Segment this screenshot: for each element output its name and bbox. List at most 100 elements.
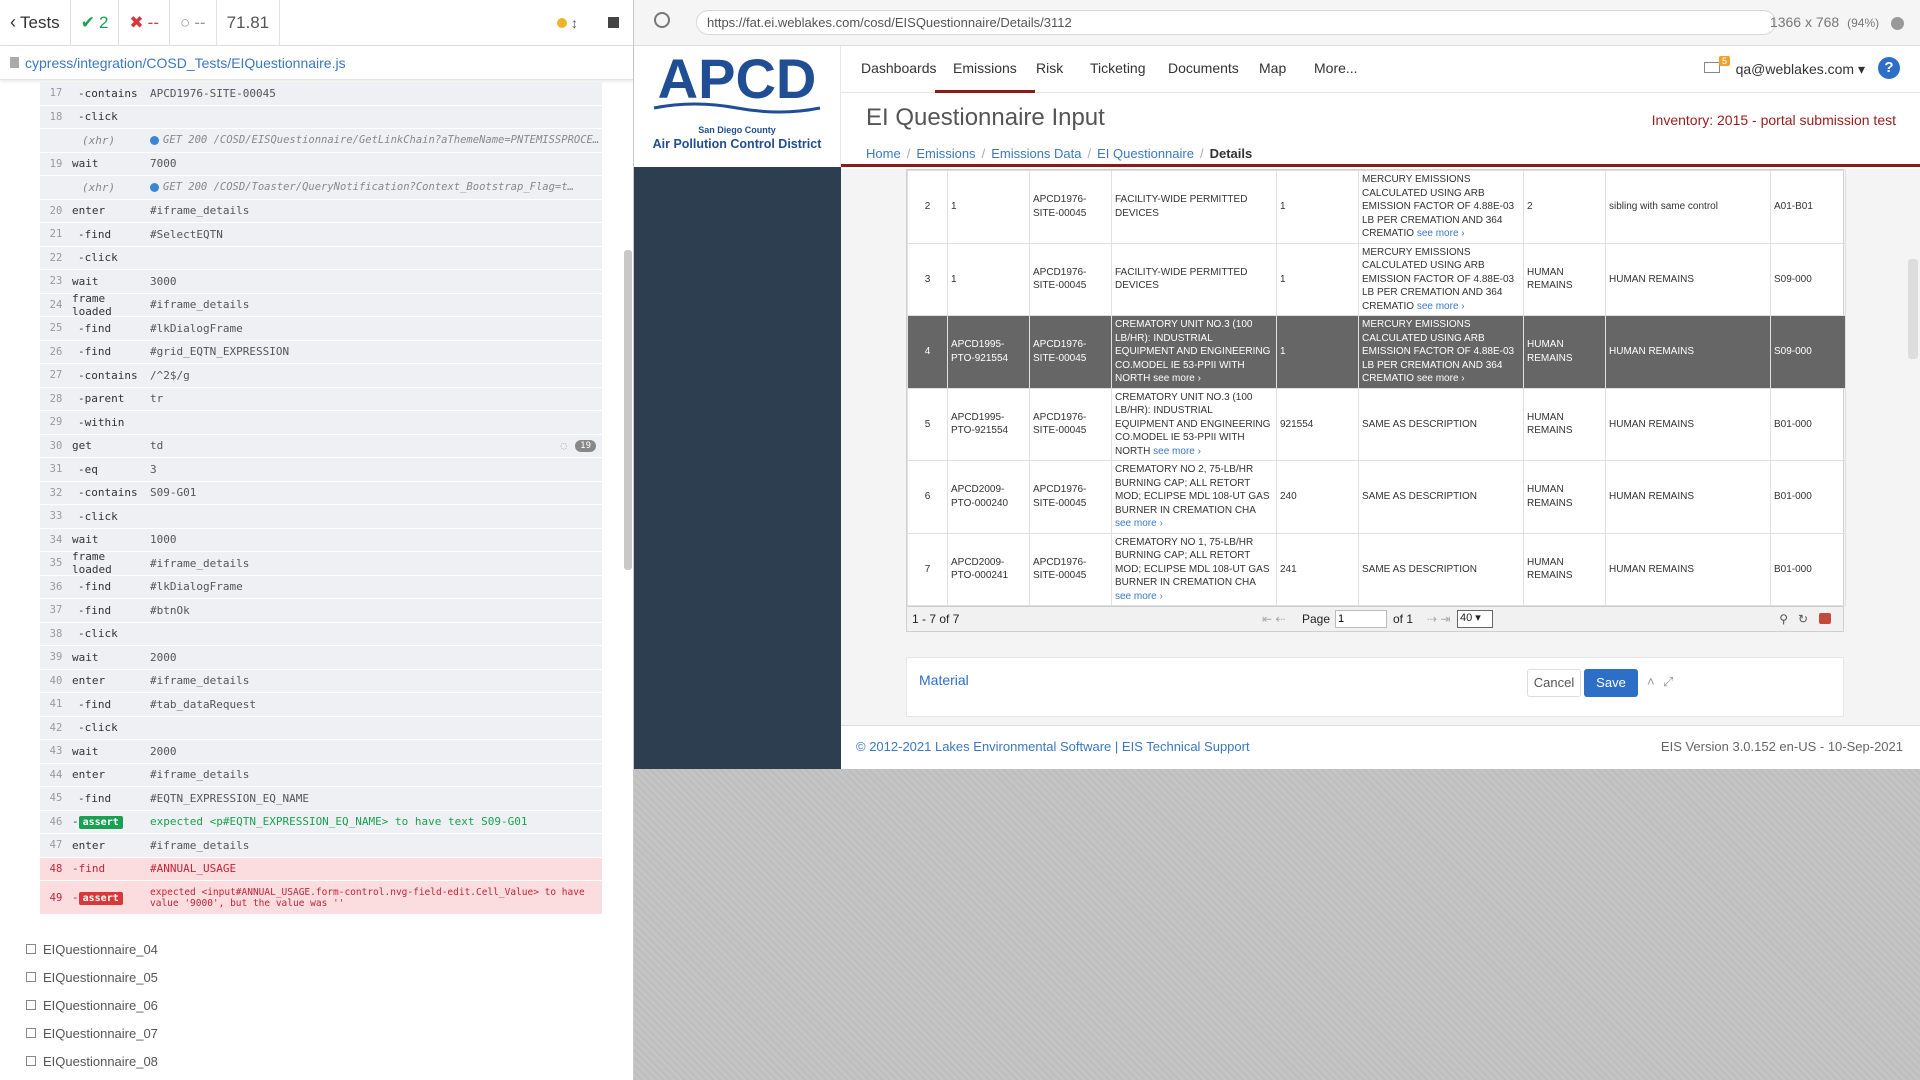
help-icon[interactable]: ? xyxy=(1878,57,1900,79)
content-scrollbar[interactable] xyxy=(1908,259,1918,359)
pager-first-prev-icon[interactable]: ⇤ ⇠ xyxy=(1262,612,1285,626)
table-cell[interactable]: 240 xyxy=(1276,460,1359,534)
table-cell[interactable]: FACILITY-WIDE PERMITTED DEVICES xyxy=(1111,170,1277,244)
table-cell[interactable]: HUMAN REMAINS xyxy=(1605,387,1771,461)
table-cell[interactable]: S09-000 xyxy=(1770,242,1846,316)
user-menu[interactable]: qa@weblakes.com ▾ xyxy=(1736,61,1865,78)
breadcrumb-item[interactable]: Emissions xyxy=(916,146,975,161)
table-cell[interactable]: HUMAN REMAINS xyxy=(1523,532,1606,606)
table-cell[interactable]: SAME AS DESCRIPTION xyxy=(1358,387,1524,461)
table-row[interactable]: 2 1 APCD1976-SITE-00045 FACILITY-WIDE PERMI… xyxy=(907,170,1846,244)
table-cell[interactable]: MERCURY EMISSIONS CALCULATED USING ARB E… xyxy=(1358,315,1524,389)
breadcrumb-item[interactable]: EI Questionnaire xyxy=(1097,146,1194,161)
table-cell[interactable]: FACILITY-WIDE PERMITTED DEVICES xyxy=(1111,242,1277,316)
table-cell[interactable]: A01-B01 xyxy=(1770,170,1846,244)
url-field[interactable]: https://fat.ei.weblakes.com/cosd/EISQues… xyxy=(696,10,1776,35)
table-cell[interactable]: 1 xyxy=(1276,242,1359,316)
info-icon[interactable] xyxy=(1891,16,1904,30)
table-cell[interactable]: APCD1995-PTO-921554 xyxy=(947,315,1030,389)
table-row[interactable]: 7 APCD2009-PTO-000241 APCD1976-SITE-00045 C… xyxy=(907,532,1846,606)
table-cell[interactable]: B01-000 xyxy=(1770,387,1846,461)
command-row[interactable]: 31 -eq 3 xyxy=(40,458,602,482)
table-cell[interactable]: APCD2009-PTO-000240 xyxy=(947,460,1030,534)
breadcrumb-item[interactable]: Home xyxy=(866,146,901,161)
command-row[interactable]: (xhr) GET 200 /COSD/Toaster/QueryNotifica… xyxy=(40,176,602,200)
nav-item-ticketing[interactable]: Ticketing xyxy=(1090,60,1146,76)
command-row[interactable]: 34 wait 1000 xyxy=(40,528,602,552)
table-cell[interactable]: B01-000 xyxy=(1770,532,1846,606)
test-item[interactable]: EIQuestionnaire_06 xyxy=(26,991,158,1019)
see-more-link[interactable]: see more › xyxy=(1153,446,1201,457)
command-row[interactable]: 22 -click xyxy=(40,246,602,270)
nav-item-dashboards[interactable]: Dashboards xyxy=(861,60,937,76)
command-row[interactable]: 26 -find #grid_EQTN_EXPRESSION xyxy=(40,340,602,364)
command-row[interactable]: 17 -contains APCD1976-SITE-00045 xyxy=(40,82,602,106)
table-cell[interactable]: 1 xyxy=(1276,170,1359,244)
command-row[interactable]: 19 wait 7000 xyxy=(40,152,602,176)
command-row[interactable]: 37 -find #btnOk xyxy=(40,599,602,623)
refresh-icon[interactable]: ↻ xyxy=(1798,612,1808,626)
table-cell[interactable]: APCD1976-SITE-00045 xyxy=(1029,460,1112,534)
see-more-link[interactable]: see more › xyxy=(1115,591,1163,602)
command-row[interactable]: 29 -within xyxy=(40,411,602,435)
command-row[interactable]: 38 -click xyxy=(40,622,602,646)
command-row[interactable]: (xhr) GET 200 /COSD/EISQuestionnaire/GetL… xyxy=(40,129,602,153)
test-item[interactable]: EIQuestionnaire_08 xyxy=(26,1047,158,1075)
nav-item-map[interactable]: Map xyxy=(1259,60,1286,76)
cancel-button[interactable]: Cancel xyxy=(1527,669,1581,697)
command-row[interactable]: 46 - assert expected <p#EQTN_EXPRESSION_EQ_… xyxy=(40,810,602,834)
see-more-link[interactable]: see more › xyxy=(1115,518,1163,529)
command-row[interactable]: 35 frame loaded #iframe_details xyxy=(40,550,602,576)
table-cell[interactable]: S09-000 xyxy=(1770,315,1846,389)
tech-support-link[interactable]: EIS Technical Support xyxy=(1122,739,1250,754)
table-cell[interactable]: CREMATORY NO 2, 75-LB/HR BURNING CAP; AL… xyxy=(1111,460,1277,534)
command-row[interactable]: 45 -find #EQTN_EXPRESSION_EQ_NAME xyxy=(40,787,602,811)
table-cell[interactable]: HUMAN REMAINS xyxy=(1523,460,1606,534)
command-row[interactable]: 18 -click xyxy=(40,105,602,129)
command-row[interactable]: 27 -contains /^2$/g xyxy=(40,364,602,388)
nav-item-more[interactable]: More... xyxy=(1314,60,1358,76)
expand-icon[interactable]: ⤢ xyxy=(1663,674,1673,690)
command-row[interactable]: 40 enter #iframe_details xyxy=(40,669,602,693)
see-more-link[interactable]: see more › xyxy=(1417,301,1465,312)
nav-item-documents[interactable]: Documents xyxy=(1168,60,1239,76)
table-cell[interactable]: APCD1976-SITE-00045 xyxy=(1029,242,1112,316)
test-item[interactable]: EIQuestionnaire_05 xyxy=(26,963,158,991)
stop-button[interactable] xyxy=(608,17,619,28)
export-icon[interactable] xyxy=(1819,613,1831,624)
command-row[interactable]: 39 wait 2000 xyxy=(40,646,602,670)
table-cell[interactable]: 2 xyxy=(907,170,948,244)
table-cell[interactable]: SAME AS DESCRIPTION xyxy=(1358,532,1524,606)
autoscroll-toggle-icon[interactable]: ↕ xyxy=(571,15,578,31)
table-cell[interactable]: MERCURY EMISSIONS CALCULATED USING ARB E… xyxy=(1358,242,1524,316)
table-cell[interactable]: HUMAN REMAINS xyxy=(1605,532,1771,606)
chevron-up-icon[interactable]: ˄ xyxy=(1647,674,1655,689)
command-row[interactable]: 44 enter #iframe_details xyxy=(40,763,602,787)
table-cell[interactable]: APCD2009-PTO-000241 xyxy=(947,532,1030,606)
save-button[interactable]: Save xyxy=(1584,669,1638,697)
table-row[interactable]: 3 1 APCD1976-SITE-00045 FACILITY-WIDE PERMI… xyxy=(907,242,1846,316)
back-to-tests-button[interactable]: ‹ Tests xyxy=(0,0,71,46)
selector-playground-icon[interactable] xyxy=(654,12,670,28)
command-row[interactable]: 41 -find #tab_dataRequest xyxy=(40,693,602,717)
table-cell[interactable]: B01-000 xyxy=(1770,460,1846,534)
table-cell[interactable]: 1 xyxy=(1276,315,1359,389)
command-row[interactable]: 32 -contains S09-G01 xyxy=(40,481,602,505)
table-cell[interactable]: MERCURY EMISSIONS CALCULATED USING ARB E… xyxy=(1358,170,1524,244)
table-cell[interactable]: sibling with same control xyxy=(1605,170,1771,244)
table-cell[interactable]: APCD1976-SITE-00045 xyxy=(1029,315,1112,389)
nav-item-emissions[interactable]: Emissions xyxy=(935,60,1035,93)
page-size-select[interactable]: 40 ▾ xyxy=(1457,610,1493,628)
runner-scrollbar[interactable] xyxy=(624,250,632,570)
material-tab[interactable]: Material xyxy=(919,672,969,688)
table-cell[interactable]: APCD1976-SITE-00045 xyxy=(1029,170,1112,244)
test-item[interactable]: EIQuestionnaire_07 xyxy=(26,1019,158,1047)
table-row[interactable]: 5 APCD1995-PTO-921554 APCD1976-SITE-00045 C… xyxy=(907,387,1846,461)
table-cell[interactable]: HUMAN REMAINS xyxy=(1605,315,1771,389)
pager-next-last-icon[interactable]: ⇢ ⇥ xyxy=(1427,612,1450,626)
command-row[interactable]: 23 wait 3000 xyxy=(40,270,602,294)
table-cell[interactable]: SAME AS DESCRIPTION xyxy=(1358,460,1524,534)
page-input[interactable] xyxy=(1335,610,1387,628)
command-row[interactable]: 36 -find #lkDialogFrame xyxy=(40,575,602,599)
command-row[interactable]: 25 -find #lkDialogFrame xyxy=(40,317,602,341)
